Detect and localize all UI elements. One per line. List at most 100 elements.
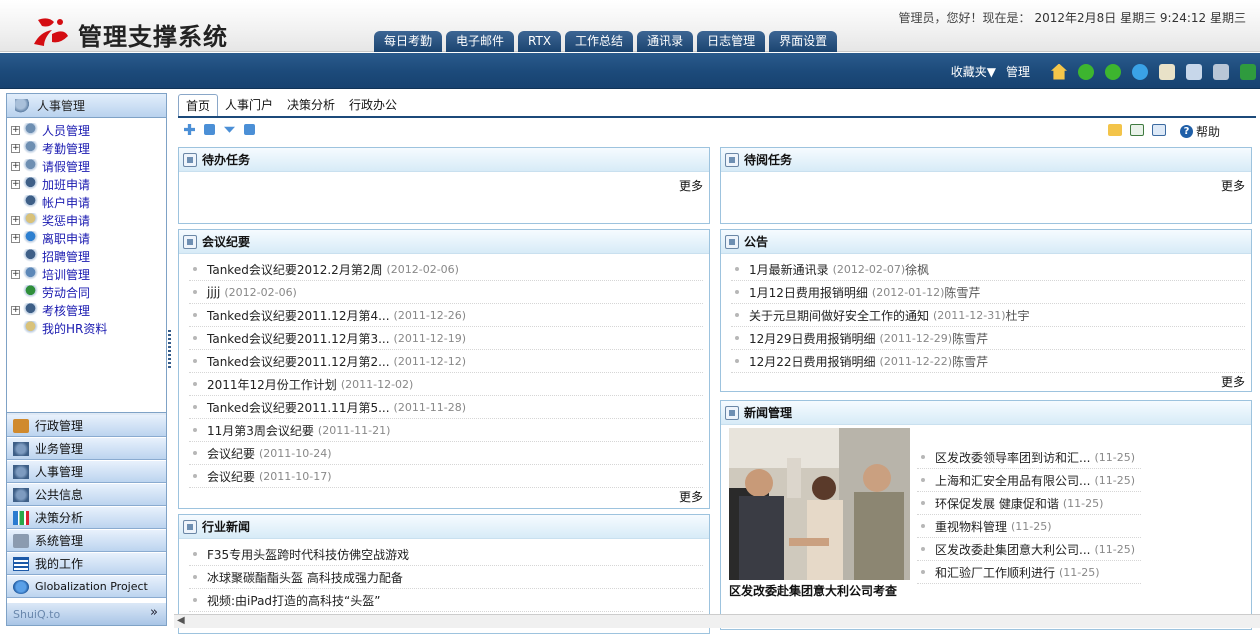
module-system[interactable]: 系统管理 <box>7 530 166 552</box>
item-title[interactable]: Tanked会议纪要2012.2月第2周 <box>207 261 382 278</box>
list-item[interactable]: Tanked会议纪要2011.12月第4... (2011-12-26) <box>189 304 703 327</box>
tree-item[interactable]: 我的HR资料 <box>7 319 166 337</box>
more-link[interactable]: 更多 <box>1221 373 1245 390</box>
scroll-left-icon[interactable]: ◀ <box>177 615 185 626</box>
list-item[interactable]: F35专用头盔跨时代科技仿佛空战游戏 <box>189 543 703 566</box>
home-icon[interactable] <box>1051 63 1067 80</box>
list-item[interactable]: Tanked会议纪要2011.11月第5... (2011-11-28) <box>189 396 703 419</box>
user-settings-icon[interactable] <box>1186 63 1202 80</box>
list-item[interactable]: 环保促发展 健康促和谐 (11-25) <box>917 492 1141 515</box>
tab-contacts[interactable]: 通讯录 <box>637 31 694 52</box>
item-title[interactable]: 环保促发展 健康促和谐 <box>935 495 1059 512</box>
item-title[interactable]: F35专用头盔跨时代科技仿佛空战游戏 <box>207 546 409 563</box>
list-item[interactable]: 11月第3周会议纪要 (2011-11-21) <box>189 419 703 442</box>
item-title[interactable]: 会议纪要 <box>207 468 255 485</box>
tree-item[interactable]: + 请假管理 <box>7 157 166 175</box>
tree-item[interactable]: 劳动合同 <box>7 283 166 301</box>
admin-link[interactable]: 管理 <box>1006 63 1030 80</box>
favorites-menu[interactable]: 收藏夹▼ <box>951 63 996 80</box>
item-title[interactable]: 11月第3周会议纪要 <box>207 422 314 439</box>
tree-item[interactable]: + 人员管理 <box>7 121 166 139</box>
dropdown-icon[interactable] <box>224 126 235 133</box>
item-title[interactable]: Tanked会议纪要2011.12月第2... <box>207 353 390 370</box>
list-item[interactable]: 区发改委领导率团到访和汇... (11-25) <box>917 446 1141 469</box>
list-item[interactable]: 1月最新通讯录 (2012-02-07) 徐枫 <box>731 258 1245 281</box>
exit-icon[interactable] <box>1240 63 1256 80</box>
expand-toggle-icon[interactable]: + <box>11 143 20 153</box>
module-hr[interactable]: 人事管理 <box>7 461 166 483</box>
tab-email[interactable]: 电子邮件 <box>446 31 515 52</box>
forward-icon[interactable] <box>1105 63 1121 80</box>
tab-ui-settings[interactable]: 界面设置 <box>769 31 838 52</box>
item-title[interactable]: 冰球聚碳酯酯头盔 高科技成强力配备 <box>207 569 403 586</box>
folder-icon[interactable] <box>1108 124 1122 136</box>
expand-toggle-icon[interactable]: + <box>11 179 20 189</box>
expand-toggle-icon[interactable]: + <box>11 233 20 243</box>
news-photo[interactable] <box>729 428 910 580</box>
tab-work-summary[interactable]: 工作总结 <box>565 31 634 52</box>
list-item[interactable]: Tanked会议纪要2012.2月第2周 (2012-02-06) <box>189 258 703 281</box>
list-item[interactable]: 视频:由iPad打造的高科技“头盔” <box>189 589 703 612</box>
layout-icon[interactable] <box>204 124 215 135</box>
list-item[interactable]: 2011年12月份工作计划 (2011-12-02) <box>189 373 703 396</box>
expand-toggle-icon[interactable]: + <box>11 305 20 315</box>
expand-chevron-icon[interactable]: » <box>150 605 158 620</box>
expand-toggle-icon[interactable]: + <box>11 269 20 279</box>
tab-decision-analysis[interactable]: 决策分析 <box>280 94 342 116</box>
lock-icon[interactable] <box>244 124 255 135</box>
module-business[interactable]: 业务管理 <box>7 438 166 460</box>
back-icon[interactable] <box>1078 63 1094 80</box>
tools-icon[interactable] <box>1213 63 1229 80</box>
list-item[interactable]: 重视物料管理 (11-25) <box>917 515 1141 538</box>
more-link[interactable]: 更多 <box>1221 177 1245 194</box>
tab-attendance[interactable]: 每日考勤 <box>374 31 443 52</box>
list-item[interactable]: 冰球聚碳酯酯头盔 高科技成强力配备 <box>189 566 703 589</box>
window-icon[interactable] <box>1130 124 1144 136</box>
item-title[interactable]: 上海和汇安全用品有限公司... <box>935 472 1090 489</box>
horizontal-scrollbar[interactable]: ◀ <box>174 614 1260 628</box>
item-title[interactable]: 12月22日费用报销明细 <box>749 353 876 370</box>
add-icon[interactable] <box>184 124 195 135</box>
item-title[interactable]: 重视物料管理 <box>935 518 1007 535</box>
item-title[interactable]: Tanked会议纪要2011.11月第5... <box>207 399 390 416</box>
expand-toggle-icon[interactable]: + <box>11 125 20 135</box>
item-title[interactable]: 1月最新通讯录 <box>749 261 829 278</box>
sidebar-resize-handle[interactable] <box>168 330 171 370</box>
list-item[interactable]: 12月29日费用报销明细 (2011-12-29) 陈雪芹 <box>731 327 1245 350</box>
tree-item[interactable]: + 奖惩申请 <box>7 211 166 229</box>
image-icon[interactable] <box>1152 124 1166 136</box>
module-admin[interactable]: 行政管理 <box>7 415 166 437</box>
tab-log-management[interactable]: 日志管理 <box>697 31 766 52</box>
list-item[interactable]: Tanked会议纪要2011.12月第2... (2011-12-12) <box>189 350 703 373</box>
tab-hr-portal[interactable]: 人事门户 <box>218 94 280 116</box>
tree-item[interactable]: 帐户申请 <box>7 193 166 211</box>
item-title[interactable]: Tanked会议纪要2011.12月第4... <box>207 307 390 324</box>
item-title[interactable]: 会议纪要 <box>207 445 255 462</box>
item-title[interactable]: 1月12日费用报销明细 <box>749 284 868 301</box>
list-item[interactable]: 会议纪要 (2011-10-24) <box>189 442 703 465</box>
list-item[interactable]: 12月22日费用报销明细 (2011-12-22) 陈雪芹 <box>731 350 1245 373</box>
item-title[interactable]: 12月29日费用报销明细 <box>749 330 876 347</box>
module-decision[interactable]: 决策分析 <box>7 507 166 529</box>
list-item[interactable]: 会议纪要 (2011-10-17) <box>189 465 703 488</box>
item-title[interactable]: jjjj <box>207 285 220 299</box>
list-item[interactable]: 1月12日费用报销明细 (2012-01-12) 陈雪芹 <box>731 281 1245 304</box>
item-title[interactable]: 区发改委赴集团意大利公司... <box>935 541 1090 558</box>
list-item[interactable]: 区发改委赴集团意大利公司... (11-25) <box>917 538 1141 561</box>
module-my-work[interactable]: 我的工作 <box>7 553 166 575</box>
tree-item[interactable]: + 离职申请 <box>7 229 166 247</box>
module-globalization[interactable]: Globalization Project <box>7 576 166 598</box>
expand-toggle-icon[interactable]: + <box>11 215 20 225</box>
list-item[interactable]: jjjj (2012-02-06) <box>189 281 703 304</box>
help-link[interactable]: ? 帮助 <box>1179 123 1220 140</box>
tab-home[interactable]: 首页 <box>178 94 219 116</box>
item-title[interactable]: 视频:由iPad打造的高科技“头盔” <box>207 592 380 609</box>
refresh-icon[interactable] <box>1132 63 1148 80</box>
tree-item[interactable]: + 考勤管理 <box>7 139 166 157</box>
list-item[interactable]: 上海和汇安全用品有限公司... (11-25) <box>917 469 1141 492</box>
item-title[interactable]: 和汇验厂工作顺利进行 <box>935 564 1055 581</box>
tab-rtx[interactable]: RTX <box>518 31 562 52</box>
more-link[interactable]: 更多 <box>679 488 703 505</box>
item-title[interactable]: 区发改委领导率团到访和汇... <box>935 449 1090 466</box>
edit-icon[interactable] <box>1159 63 1175 80</box>
